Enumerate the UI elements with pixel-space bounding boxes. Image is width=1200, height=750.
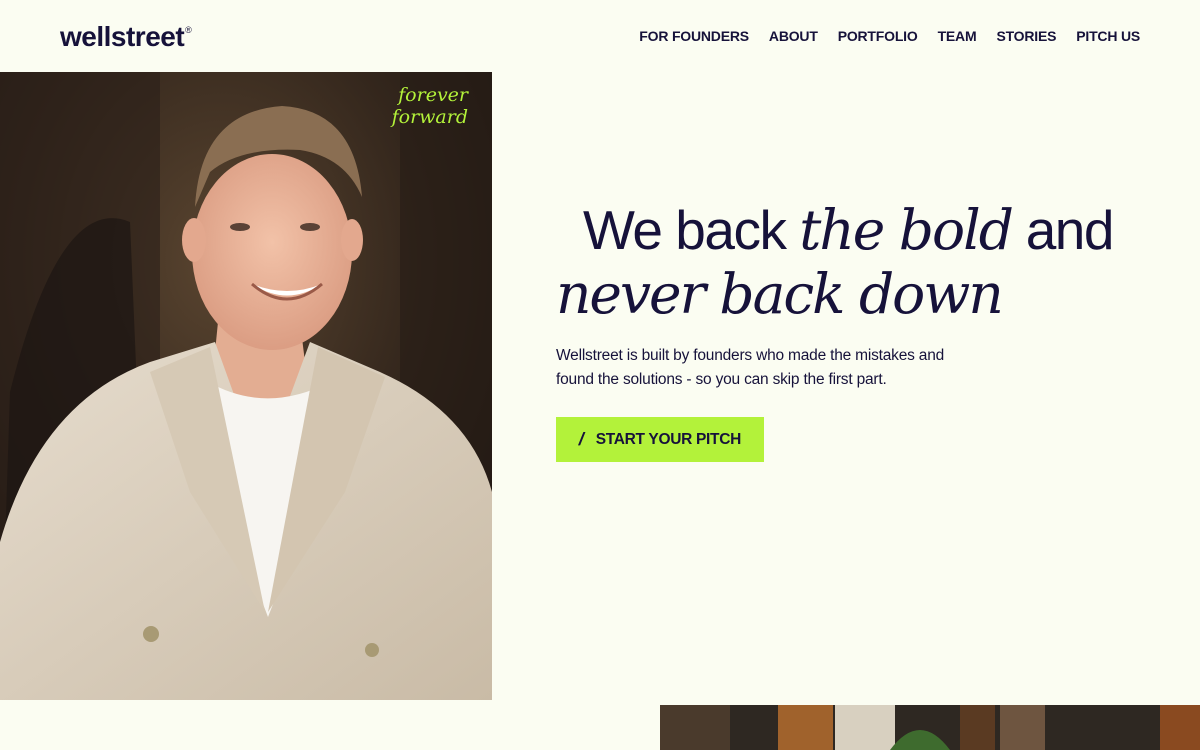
tagline: forever forward bbox=[392, 84, 468, 128]
headline-never-back-down: never back down bbox=[556, 262, 1004, 326]
headline-we-back: We back bbox=[583, 199, 800, 261]
headline-and: and bbox=[1011, 199, 1115, 261]
secondary-photo bbox=[660, 705, 1200, 750]
nav-stories[interactable]: STORIES bbox=[996, 27, 1056, 45]
registered-mark: ® bbox=[185, 25, 192, 35]
portrait-illustration bbox=[0, 72, 492, 700]
tagline-line-2: forward bbox=[391, 106, 468, 128]
hero-subtext: Wellstreet is built by founders who made… bbox=[556, 347, 945, 388]
logo-text: wellstreet bbox=[60, 21, 185, 52]
nav-about[interactable]: ABOUT bbox=[769, 27, 818, 45]
hero-headline: We back the bold and never back down bbox=[556, 198, 1176, 326]
headline-line-1: We back the bold and bbox=[556, 198, 1176, 262]
main-nav: FOR FOUNDERS ABOUT PORTFOLIO TEAM STORIE… bbox=[639, 27, 1140, 45]
nav-portfolio[interactable]: PORTFOLIO bbox=[838, 27, 918, 45]
cta-label: START YOUR PITCH bbox=[595, 430, 742, 448]
secondary-photo-illustration bbox=[660, 705, 1200, 750]
nav-for-founders[interactable]: FOR FOUNDERS bbox=[639, 27, 749, 45]
tagline-line-1: forever bbox=[398, 84, 468, 106]
hero-portrait-photo: forever forward bbox=[0, 72, 492, 700]
nav-team[interactable]: TEAM bbox=[938, 27, 977, 45]
slash-icon: / bbox=[576, 429, 586, 449]
headline-the-bold: the bold bbox=[799, 198, 1014, 262]
nav-pitch-us[interactable]: PITCH US bbox=[1076, 27, 1140, 45]
page: wellstreet ® FOR FOUNDERS ABOUT PORTFOLI… bbox=[0, 0, 1200, 750]
wellstreet-logo[interactable]: wellstreet ® bbox=[60, 20, 192, 54]
site-header: wellstreet ® FOR FOUNDERS ABOUT PORTFOLI… bbox=[0, 0, 1200, 72]
start-your-pitch-button[interactable]: / START YOUR PITCH bbox=[556, 417, 764, 462]
